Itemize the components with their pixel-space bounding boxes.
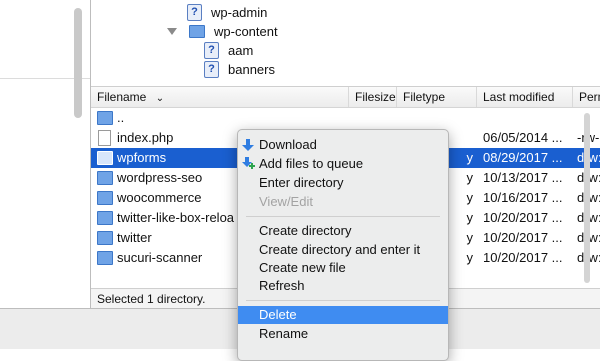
question-folder-icon: ? xyxy=(204,41,219,59)
tree-item-aam[interactable]: ? aam xyxy=(204,40,253,60)
tree-item-wp-admin[interactable]: ? wp-admin xyxy=(187,2,267,22)
tree-item-label: aam xyxy=(228,42,254,58)
list-header: Filename ⌄ Filesize Filetype Last modifi… xyxy=(91,87,600,108)
expand-triangle-icon[interactable] xyxy=(167,27,177,35)
local-scrollbar[interactable] xyxy=(74,8,82,118)
cell-filename: .. xyxy=(117,110,125,125)
column-header-filetype[interactable]: Filetype xyxy=(397,87,477,107)
folder-icon xyxy=(97,111,113,125)
table-row[interactable]: .. xyxy=(91,108,600,128)
add-to-queue-icon xyxy=(242,157,255,169)
folder-icon xyxy=(97,231,113,245)
column-header-filesize[interactable]: Filesize xyxy=(349,87,397,107)
cell-filetype xyxy=(401,108,473,128)
cell-modified: 10/20/2017 ... xyxy=(483,230,563,245)
header-label: Filename xyxy=(97,90,147,104)
column-header-permissions[interactable]: Perm xyxy=(573,87,600,107)
folder-icon xyxy=(97,151,113,165)
cell-modified: 06/05/2014 ... xyxy=(483,130,563,145)
cell-modified: 10/20/2017 ... xyxy=(483,250,563,265)
question-folder-icon: ? xyxy=(204,60,219,78)
menu-item-create-directory-enter[interactable]: Create directory and enter it xyxy=(238,241,448,259)
menu-item-delete[interactable]: Delete xyxy=(238,306,448,324)
folder-icon xyxy=(97,211,113,225)
menu-item-label: Download xyxy=(259,137,317,152)
cell-modified: 10/13/2017 ... xyxy=(483,170,563,185)
menu-item-label: Add files to queue xyxy=(259,156,364,171)
menu-item-create-new-file[interactable]: Create new file xyxy=(238,259,448,277)
tree-item-wp-content[interactable]: wp-content xyxy=(167,21,278,41)
folder-icon xyxy=(97,191,113,205)
question-folder-icon: ? xyxy=(187,3,202,21)
remote-scrollbar[interactable] xyxy=(584,113,590,283)
cell-filesize xyxy=(349,108,393,128)
tree-item-label: wp-admin xyxy=(211,4,268,20)
menu-item-enter-directory[interactable]: Enter directory xyxy=(238,174,448,192)
download-arrow-icon xyxy=(242,139,254,151)
menu-separator xyxy=(246,300,440,301)
tree-item-banners[interactable]: ? banners xyxy=(204,59,275,79)
file-icon xyxy=(98,130,111,146)
menu-item-view-edit: View/Edit xyxy=(259,194,313,209)
menu-item-rename[interactable]: Rename xyxy=(238,325,448,343)
tree-item-label: banners xyxy=(228,61,275,77)
folder-icon xyxy=(97,171,113,185)
menu-item-add-to-queue[interactable]: Add files to queue xyxy=(238,155,448,173)
cell-modified xyxy=(483,108,571,128)
folder-icon xyxy=(189,24,205,38)
cell-modified: 08/29/2017 ... xyxy=(483,150,563,165)
menu-item-create-directory[interactable]: Create directory xyxy=(238,222,448,240)
folder-icon xyxy=(97,251,113,265)
tree-item-label: wp-content xyxy=(214,23,278,39)
menu-item-refresh[interactable]: Refresh xyxy=(238,277,448,295)
cell-modified: 10/20/2017 ... xyxy=(483,210,563,225)
menu-separator xyxy=(246,216,440,217)
column-header-modified[interactable]: Last modified xyxy=(477,87,573,107)
column-header-filename[interactable]: Filename ⌄ xyxy=(91,87,349,107)
sort-chevron-icon: ⌄ xyxy=(155,93,165,104)
menu-item-download[interactable]: Download xyxy=(238,136,448,154)
remote-directory-tree: ? wp-admin wp-content ? aam ? banners xyxy=(91,0,600,86)
cell-modified: 10/16/2017 ... xyxy=(483,190,563,205)
context-menu: Download Add files to queue Enter direct… xyxy=(237,129,449,361)
